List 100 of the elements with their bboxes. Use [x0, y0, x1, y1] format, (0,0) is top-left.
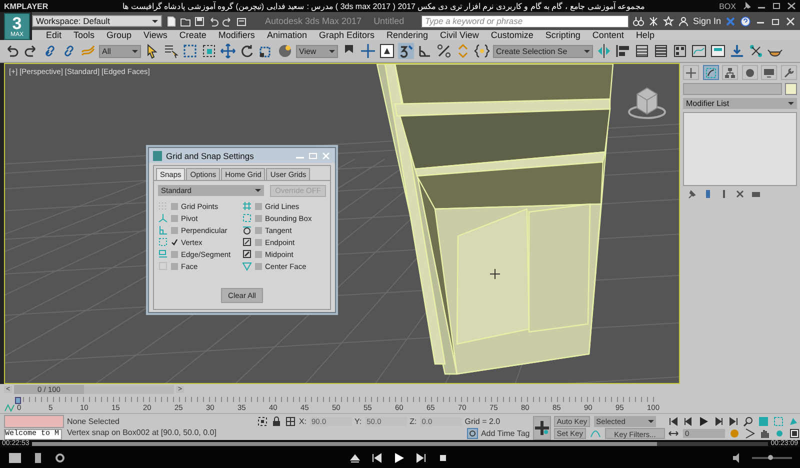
- menu-item[interactable]: Content: [586, 30, 630, 40]
- snap-checkbox[interactable]: [255, 202, 262, 210]
- menu-item[interactable]: Modifiers: [212, 30, 261, 40]
- snap-checkbox[interactable]: [255, 238, 262, 246]
- add-time-tag-label[interactable]: Add Time Tag: [480, 428, 530, 438]
- close-icon[interactable]: [787, 2, 796, 10]
- selection-set-dropdown[interactable]: Create Selection Se: [493, 44, 593, 58]
- snap-checkbox[interactable]: [255, 226, 262, 234]
- workspace-dropdown[interactable]: Workspace: Default: [32, 15, 162, 27]
- time-tag-icon[interactable]: [466, 428, 478, 438]
- snap-checkbox[interactable]: [255, 250, 262, 258]
- snap-checkbox[interactable]: [171, 226, 178, 234]
- angle-snap-icon[interactable]: [417, 43, 433, 59]
- play-icon[interactable]: [698, 416, 709, 426]
- go-to-end-icon[interactable]: [728, 416, 739, 426]
- grid-lines-icon: [242, 201, 252, 211]
- redo-icon[interactable]: [222, 16, 233, 26]
- time-marker[interactable]: [15, 397, 21, 404]
- perpendicular-icon: [158, 225, 168, 235]
- rotate-icon[interactable]: [239, 43, 255, 59]
- zoom-icon[interactable]: [743, 416, 754, 426]
- lock-icon[interactable]: [270, 416, 282, 426]
- next-icon[interactable]: [415, 452, 427, 464]
- new-file-icon[interactable]: [166, 16, 177, 26]
- move-icon[interactable]: [220, 43, 236, 59]
- perspective-viewport[interactable]: [4, 63, 680, 384]
- snap-toggle-icon[interactable]: [398, 43, 414, 59]
- mirror-icon[interactable]: [596, 43, 612, 59]
- star-icon[interactable]: [662, 16, 674, 26]
- snap-checkbox[interactable]: [171, 262, 178, 270]
- color-swatch[interactable]: [785, 83, 797, 95]
- reference-coordinate-dropdown[interactable]: View: [296, 44, 338, 58]
- sign-in-link[interactable]: Sign In: [692, 16, 721, 26]
- render-download-icon[interactable]: [729, 43, 745, 59]
- search-field[interactable]: Type a keyword or phrase: [420, 14, 629, 28]
- set-key-big-button[interactable]: [532, 416, 551, 440]
- transform-mode-icon[interactable]: [284, 416, 296, 426]
- go-to-start-icon[interactable]: [668, 416, 679, 426]
- next-key-icon[interactable]: [713, 416, 724, 426]
- menu-item[interactable]: Group: [100, 30, 138, 40]
- move-axis-icon[interactable]: [360, 43, 376, 59]
- modifier-list-dropdown[interactable]: Modifier List: [683, 98, 797, 109]
- snap-checkbox[interactable]: [171, 238, 178, 246]
- maximize-viewport-icon[interactable]: [789, 428, 800, 438]
- menu-item[interactable]: Help: [630, 30, 660, 40]
- menu-item[interactable]: Edit: [40, 30, 68, 40]
- edge-icon: [158, 249, 168, 259]
- menu-item[interactable]: Rendering: [380, 30, 434, 40]
- selection-filter-dropdown[interactable]: All: [99, 44, 141, 58]
- seek-bar[interactable]: [32, 442, 768, 446]
- command-panel-tab[interactable]: [742, 65, 758, 80]
- help-icon[interactable]: [740, 16, 751, 26]
- menu-item[interactable]: Scripting: [539, 30, 586, 40]
- undo-icon[interactable]: [208, 16, 219, 26]
- curve-editor-icon[interactable]: [691, 43, 707, 59]
- named-selection-icon[interactable]: [474, 43, 490, 59]
- menu-item[interactable]: Tools: [68, 30, 101, 40]
- pin-icon[interactable]: [742, 2, 751, 10]
- snap-checkbox[interactable]: [171, 202, 178, 210]
- sphere-icon[interactable]: [277, 43, 293, 59]
- maximize-icon[interactable]: [772, 2, 781, 10]
- previous-key-icon[interactable]: [683, 416, 694, 426]
- user-icon[interactable]: [678, 16, 689, 26]
- eject-icon[interactable]: [349, 452, 361, 464]
- save-icon[interactable]: [194, 16, 205, 26]
- command-panel-tab[interactable]: [722, 65, 738, 80]
- network-icon[interactable]: [748, 43, 764, 59]
- menu-item[interactable]: Create: [173, 30, 212, 40]
- play-icon[interactable]: [393, 452, 405, 464]
- command-panel-tab[interactable]: [702, 65, 719, 80]
- folder-icon[interactable]: [180, 16, 191, 26]
- percent-snap-icon[interactable]: [436, 43, 452, 59]
- command-panel-tab[interactable]: [683, 65, 699, 80]
- speaker-icon[interactable]: [732, 452, 742, 464]
- menu-item[interactable]: Views: [138, 30, 174, 40]
- grid-points-icon: [158, 201, 168, 211]
- pin-icon[interactable]: [687, 189, 697, 199]
- binoculars-icon[interactable]: [632, 16, 644, 26]
- curve-toggle-icon[interactable]: [4, 402, 15, 413]
- coordinate-label: X:: [298, 416, 307, 426]
- maxscript-listener-field[interactable]: [4, 414, 64, 428]
- snap-checkbox[interactable]: [171, 250, 178, 258]
- name-field[interactable]: [683, 83, 782, 95]
- rectangle-selection-icon[interactable]: [182, 43, 198, 59]
- snap-checkbox[interactable]: [171, 214, 178, 222]
- remove-modifier-icon[interactable]: [735, 189, 745, 199]
- menu-item[interactable]: Graph Editors: [312, 30, 380, 40]
- previous-icon[interactable]: [371, 452, 383, 464]
- snap-checkbox[interactable]: [255, 214, 262, 222]
- snap-checkbox[interactable]: [255, 262, 262, 270]
- menu-item[interactable]: Customize: [484, 30, 540, 40]
- select-by-name-icon[interactable]: [163, 43, 179, 59]
- volume-thumb[interactable]: [768, 454, 773, 460]
- align-icon[interactable]: [615, 43, 631, 59]
- menu-item[interactable]: Civil View: [434, 30, 485, 40]
- menu-item[interactable]: Animation: [260, 30, 313, 40]
- isolate-icon[interactable]: [256, 416, 268, 426]
- command-panel-tab[interactable]: [761, 65, 778, 80]
- window-crossing-icon[interactable]: [201, 43, 217, 59]
- command-panel-tab[interactable]: [780, 65, 797, 80]
